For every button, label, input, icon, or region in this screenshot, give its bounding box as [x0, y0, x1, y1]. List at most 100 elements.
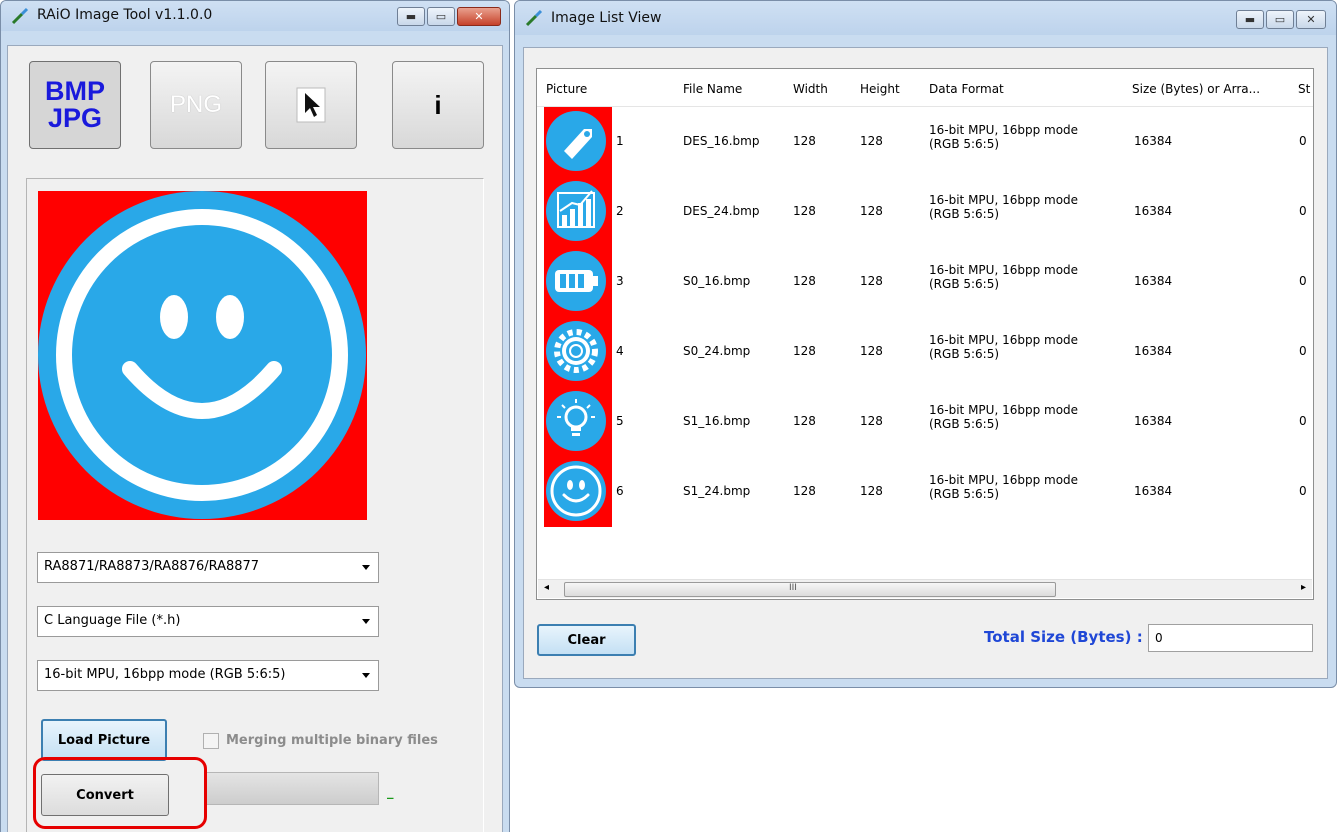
row-index: 6	[616, 484, 624, 498]
width-cell: 128	[793, 204, 816, 218]
st-cell: 0	[1299, 274, 1307, 288]
column-header-height[interactable]: Height	[860, 82, 900, 96]
clear-label: Clear	[567, 632, 606, 648]
width-cell: 128	[793, 414, 816, 428]
column-header-picture[interactable]: Picture	[546, 82, 587, 96]
smiley-preview-icon	[38, 191, 366, 519]
table-row[interactable]: 1 DES_16.bmp 128 128 16-bit MPU, 16bpp m…	[537, 107, 1313, 177]
column-header-width[interactable]: Width	[793, 82, 828, 96]
width-cell: 128	[793, 344, 816, 358]
data-format-select[interactable]: 16-bit MPU, 16bpp mode (RGB 5:6:5)	[37, 660, 379, 691]
image-list[interactable]: Picture File Name Width Height Data Form…	[536, 68, 1314, 600]
maximize-icon: ▭	[1274, 13, 1286, 26]
thumbnail	[544, 457, 612, 527]
bmp-jpg-icon: BMP JPG	[45, 78, 105, 132]
file-type-select[interactable]: C Language File (*.h)	[37, 606, 379, 637]
tag-icon	[546, 111, 606, 171]
scroll-right-icon[interactable]: ▸	[1301, 582, 1306, 593]
st-cell: 0	[1299, 414, 1307, 428]
convert-progress-bar	[204, 772, 379, 805]
width-cell: 128	[793, 274, 816, 288]
cursor-icon	[296, 87, 326, 123]
merge-binary-label: Merging multiple binary files	[226, 733, 438, 748]
data-format-cell: 16-bit MPU, 16bpp mode	[929, 263, 1079, 277]
raio-image-tool-window: RAiO Image Tool v1.1.0.0 ▬ ▭ ✕ BMP JPG P…	[0, 0, 510, 832]
table-row[interactable]: 2 DES_24.bmp 128 128 16-bit MPU, 16bpp m…	[537, 177, 1313, 247]
app-wrench-icon	[11, 7, 29, 25]
total-size-value: 0	[1155, 631, 1163, 645]
load-picture-button[interactable]: Load Picture	[41, 719, 167, 761]
bar-chart-icon	[546, 181, 606, 241]
minimize-button[interactable]: ▬	[1236, 10, 1264, 29]
data-format-cell: 16-bit MPU, 16bpp mode	[929, 333, 1079, 347]
data-format-cell-line2: (RGB 5:6:5)	[929, 207, 1000, 221]
column-header-size[interactable]: Size (Bytes) or Arra...	[1132, 82, 1260, 96]
data-format-cell-line2: (RGB 5:6:5)	[929, 347, 1000, 361]
st-cell: 0	[1299, 344, 1307, 358]
st-cell: 0	[1299, 134, 1307, 148]
size-cell: 16384	[1134, 414, 1173, 428]
picture-preview	[38, 191, 367, 520]
lightbulb-icon	[546, 391, 606, 451]
table-row[interactable]: 4 S0_24.bmp 128 128 16-bit MPU, 16bpp mo…	[537, 317, 1313, 387]
maximize-button[interactable]: ▭	[1266, 10, 1294, 29]
title-bar[interactable]: RAiO Image Tool v1.1.0.0 ▬ ▭ ✕	[1, 1, 509, 31]
info-icon: i	[434, 89, 442, 120]
close-icon: ✕	[474, 10, 484, 23]
minimize-icon: ▬	[405, 10, 417, 23]
table-row[interactable]: 3 S0_16.bmp 128 128 16-bit MPU, 16bpp mo…	[537, 247, 1313, 317]
width-cell: 128	[793, 484, 816, 498]
scrollbar-thumb[interactable]: III	[564, 582, 1056, 597]
total-size-field[interactable]: 0	[1148, 624, 1313, 652]
thumbnail	[544, 247, 612, 317]
st-cell: 0	[1299, 484, 1307, 498]
title-bar[interactable]: Image List View ▬ ▭ ✕	[515, 1, 1336, 35]
table-row[interactable]: 5 S1_16.bmp 128 128 16-bit MPU, 16bpp mo…	[537, 387, 1313, 457]
file-name-cell: DES_24.bmp	[683, 204, 760, 218]
minimize-button[interactable]: ▬	[397, 7, 425, 26]
height-cell: 128	[860, 204, 883, 218]
file-type-select-value: C Language File (*.h)	[44, 613, 181, 628]
data-format-cell-line2: (RGB 5:6:5)	[929, 487, 1000, 501]
column-header-data-format[interactable]: Data Format	[929, 82, 1004, 96]
data-format-cell-line2: (RGB 5:6:5)	[929, 277, 1000, 291]
height-cell: 128	[860, 344, 883, 358]
file-name-cell: DES_16.bmp	[683, 134, 760, 148]
height-cell: 128	[860, 414, 883, 428]
column-header-file-name[interactable]: File Name	[683, 82, 742, 96]
column-header-st[interactable]: St	[1298, 82, 1310, 96]
scrollbar-grip: III	[789, 583, 797, 593]
bmp-jpg-mode-button[interactable]: BMP JPG	[29, 61, 121, 149]
close-button[interactable]: ✕	[457, 7, 501, 26]
thumbnail	[544, 317, 612, 387]
window-title: RAiO Image Tool v1.1.0.0	[37, 7, 213, 23]
maximize-button[interactable]: ▭	[427, 7, 455, 26]
chip-select[interactable]: RA8871/RA8873/RA8876/RA8877	[37, 552, 379, 583]
clear-button[interactable]: Clear	[537, 624, 636, 656]
height-cell: 128	[860, 274, 883, 288]
data-format-cell: 16-bit MPU, 16bpp mode	[929, 403, 1079, 417]
scroll-left-icon[interactable]: ◂	[544, 582, 549, 593]
chevron-down-icon	[362, 565, 370, 570]
png-mode-button[interactable]: PNG	[150, 61, 242, 149]
chip-select-value: RA8871/RA8873/RA8876/RA8877	[44, 559, 260, 574]
horizontal-scrollbar[interactable]: ◂ III ▸	[538, 579, 1312, 598]
file-name-cell: S0_16.bmp	[683, 274, 751, 288]
size-cell: 16384	[1134, 484, 1173, 498]
size-cell: 16384	[1134, 204, 1173, 218]
size-cell: 16384	[1134, 344, 1173, 358]
pointer-tool-button[interactable]	[265, 61, 357, 149]
file-name-cell: S1_16.bmp	[683, 414, 751, 428]
info-button[interactable]: i	[392, 61, 484, 149]
file-name-cell: S0_24.bmp	[683, 344, 751, 358]
row-index: 4	[616, 344, 624, 358]
data-format-cell-line2: (RGB 5:6:5)	[929, 417, 1000, 431]
row-index: 3	[616, 274, 624, 288]
load-picture-label: Load Picture	[57, 732, 151, 748]
table-row[interactable]: 6 S1_24.bmp 128 128 16-bit MPU, 16bpp mo…	[537, 457, 1313, 527]
close-button[interactable]: ✕	[1296, 10, 1326, 29]
merge-binary-checkbox[interactable]	[203, 733, 219, 749]
window-title: Image List View	[551, 10, 662, 26]
data-format-cell: 16-bit MPU, 16bpp mode	[929, 123, 1079, 137]
row-index: 1	[616, 134, 624, 148]
